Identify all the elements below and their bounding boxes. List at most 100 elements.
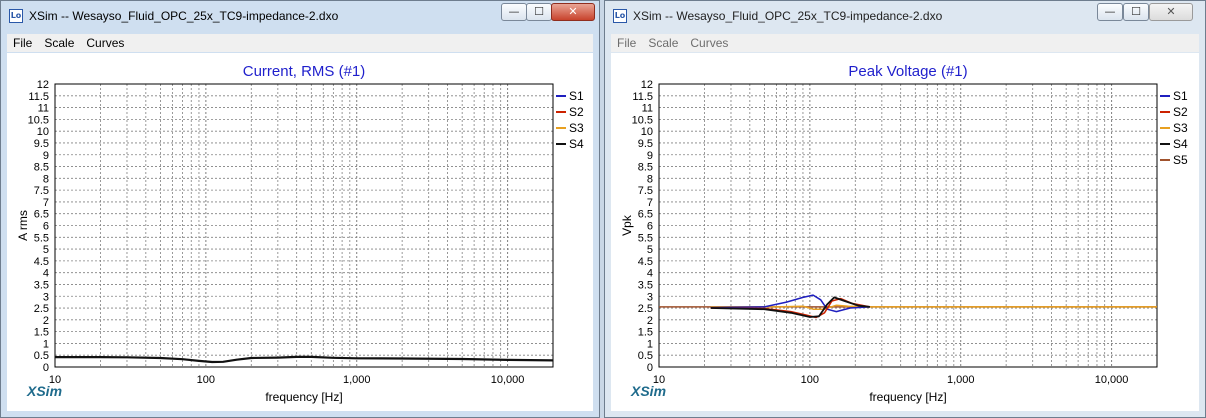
legend-label-s3: S3 [569,121,584,135]
y-tick-label: 4.5 [34,256,49,268]
menu-curves[interactable]: Curves [684,34,734,50]
y-tick-label: 1 [43,338,49,350]
legend-label-s4: S4 [1173,137,1188,151]
series-line-s3 [710,304,1157,310]
chart-title: Current, RMS (#1) [243,63,366,80]
window-title: XSim -- Wesayso_Fluid_OPC_25x_TC9-impeda… [633,9,943,23]
xsim-brand-logo: XSim [631,383,667,399]
title-bar[interactable]: Lo XSim -- Wesayso_Fluid_OPC_25x_TC9-imp… [1,1,599,31]
close-button[interactable]: ✕ [1149,3,1193,21]
chart-title: Peak Voltage (#1) [848,63,967,80]
y-tick-label: 3 [647,291,653,303]
x-axis-label: frequency [Hz] [869,390,946,404]
y-tick-label: 0.5 [34,350,49,362]
y-tick-label: 12 [641,79,653,91]
y-tick-label: 8 [43,173,49,185]
y-tick-label: 9.5 [34,138,49,150]
y-tick-label: 6 [43,221,49,233]
y-tick-label: 10.5 [632,114,653,126]
x-axis-label: frequency [Hz] [265,390,342,404]
x-tick-label: 1,000 [947,374,975,386]
y-tick-label: 6 [647,221,653,233]
y-tick-label: 9 [43,150,49,162]
y-tick-label: 2 [647,315,653,327]
window-title: XSim -- Wesayso_Fluid_OPC_25x_TC9-impeda… [29,9,339,23]
y-tick-label: 10.5 [28,114,49,126]
legend-label-s4: S4 [569,137,584,151]
y-axis-label: Vpk [620,214,634,236]
current-rms-chart[interactable]: 00.511.522.533.544.555.566.577.588.599.5… [7,53,595,413]
xsim-app-icon[interactable]: Lo [613,9,627,23]
y-tick-label: 11 [38,103,49,115]
y-tick-label: 8.5 [34,162,49,174]
y-tick-label: 4 [647,268,653,280]
legend-label-s1: S1 [569,89,584,103]
grid [54,83,554,368]
menu-bar: File Scale Curves [611,34,1199,52]
y-tick-label: 8.5 [638,162,653,174]
menu-curves[interactable]: Curves [80,34,130,50]
series-line-s4 [55,355,554,364]
close-button[interactable]: ✕ [551,3,595,21]
y-tick-label: 5.5 [34,232,49,244]
maximize-button[interactable]: ☐ [526,3,552,21]
minimize-button[interactable]: — [1097,3,1123,21]
y-tick-label: 6.5 [638,209,653,221]
y-tick-label: 1 [647,338,653,350]
xsim-brand-logo: XSim [27,383,63,399]
y-tick-label: 4.5 [638,256,653,268]
title-bar[interactable]: Lo XSim -- Wesayso_Fluid_OPC_25x_TC9-imp… [605,1,1205,31]
y-tick-label: 8 [647,173,653,185]
menu-bar: File Scale Curves [7,34,593,52]
y-tick-label: 3.5 [638,279,653,291]
peak-voltage-chart[interactable]: 00.511.522.533.544.555.566.577.588.599.5… [611,53,1201,413]
legend-label-s1: S1 [1173,89,1188,103]
y-tick-label: 11.5 [632,91,653,103]
window-current-rms: Lo XSim -- Wesayso_Fluid_OPC_25x_TC9-imp… [0,0,600,418]
x-tick-label: 10,000 [1095,374,1129,386]
x-tick-label: 100 [801,374,819,386]
y-tick-label: 2.5 [34,303,49,315]
menu-scale[interactable]: Scale [38,34,80,50]
y-tick-label: 4 [43,268,49,280]
y-tick-label: 1.5 [638,327,653,339]
legend-label-s2: S2 [569,105,584,119]
minimize-button[interactable]: — [501,3,527,21]
y-tick-label: 0 [647,362,653,374]
y-tick-label: 0 [43,362,49,374]
y-tick-label: 6.5 [34,209,49,221]
y-axis-label: A rms [16,210,30,241]
y-tick-label: 0.5 [638,350,653,362]
y-tick-label: 2 [43,315,49,327]
x-tick-label: 100 [197,374,215,386]
y-tick-label: 5 [43,244,49,256]
legend-label-s2: S2 [1173,105,1188,119]
y-tick-label: 3.5 [34,279,49,291]
y-tick-label: 1.5 [34,327,49,339]
y-tick-label: 7 [647,197,653,209]
menu-file[interactable]: File [7,34,38,50]
y-tick-label: 3 [43,291,49,303]
chart-area: 0 0.5 1 1.5 2 2.5 3 3.5 4 4.5 5 5.5 6 6.5 7 7.5 8 8.5 9 9.5… [7,53,593,411]
y-tick-label: 9 [647,150,653,162]
xsim-app-icon[interactable]: Lo [9,9,23,23]
x-tick-label: 10,000 [491,374,525,386]
y-tick-label: 5.5 [638,232,653,244]
y-tick-label: 11 [642,103,653,115]
y-tick-label: 10 [37,126,49,138]
maximize-button[interactable]: ☐ [1123,3,1149,21]
y-tick-label: 2.5 [638,303,653,315]
y-tick-label: 7 [43,197,49,209]
y-tick-label: 7.5 [638,185,653,197]
window-peak-voltage: Lo XSim -- Wesayso_Fluid_OPC_25x_TC9-imp… [604,0,1206,418]
y-tick-label: 12 [37,79,49,91]
y-tick-label: 5 [647,244,653,256]
menu-file[interactable]: File [611,34,642,50]
legend-label-s5: S5 [1173,153,1188,167]
chart-area: 0 0.5 1 1.5 2 2.5 3 3.5 4 4.5 5 5.5 6 6.5 7 7.5 8 8.5 9 9.5… [611,53,1199,411]
y-tick-label: 11.5 [28,91,49,103]
legend-label-s3: S3 [1173,121,1188,135]
y-tick-label: 7.5 [34,185,49,197]
y-tick-label: 9.5 [638,138,653,150]
menu-scale[interactable]: Scale [642,34,684,50]
